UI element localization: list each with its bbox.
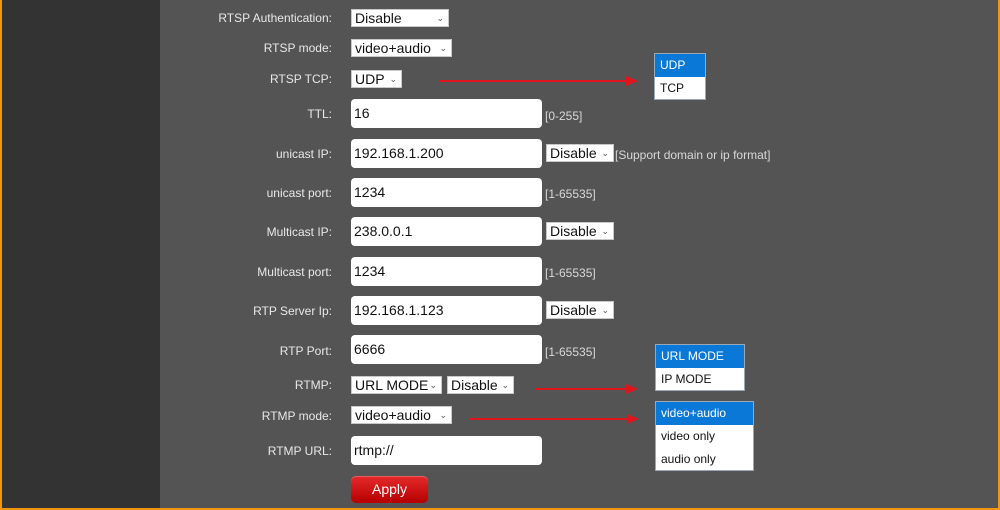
rtp-server-ip-input[interactable]: 192.168.1.123 xyxy=(351,296,542,325)
rtp-server-ip-select[interactable]: Disable ⌄ xyxy=(546,301,614,319)
dropdown-option-audio-only[interactable]: audio only xyxy=(656,448,753,471)
dropdown-option-udp[interactable]: UDP xyxy=(655,54,705,77)
rtsp-mode-value: video+audio xyxy=(355,40,431,56)
rtmp-url-input[interactable]: rtmp:// xyxy=(351,436,542,465)
ttl-label: TTL: xyxy=(307,107,332,121)
chevron-down-icon: ⌄ xyxy=(429,380,437,390)
rtp-port-hint: [1-65535] xyxy=(545,345,596,359)
rtp-port-input[interactable]: 6666 xyxy=(351,335,542,364)
annotation-arrow-rtsp-tcp xyxy=(440,76,638,86)
sidebar xyxy=(2,0,160,508)
rtsp-tcp-select[interactable]: UDP ⌄ xyxy=(351,70,402,88)
rtp-port-label: RTP Port: xyxy=(279,344,332,358)
rtmp-url-label: RTMP URL: xyxy=(267,444,332,458)
chevron-down-icon: ⌄ xyxy=(436,13,444,23)
dropdown-option-video-only[interactable]: video only xyxy=(656,425,753,448)
multicast-port-input[interactable]: 1234 xyxy=(351,257,542,286)
dropdown-option-ip-mode[interactable]: IP MODE xyxy=(656,368,744,391)
chevron-down-icon: ⌄ xyxy=(439,43,447,53)
rtmp-mode-dropdown: URL MODE IP MODE xyxy=(655,344,745,391)
rtp-server-ip-label: RTP Server Ip: xyxy=(253,304,332,318)
chevron-down-icon: ⌄ xyxy=(439,410,447,420)
ttl-input[interactable]: 16 xyxy=(351,99,542,128)
rtsp-mode-select[interactable]: video+audio ⌄ xyxy=(351,39,452,57)
multicast-port-label: Multicast port: xyxy=(257,265,332,279)
annotation-arrow-rtmp xyxy=(536,384,638,394)
rtmp-enable-select-value: Disable xyxy=(451,377,498,393)
rtmp-mode-select-value: URL MODE xyxy=(355,377,429,393)
multicast-ip-select[interactable]: Disable ⌄ xyxy=(546,222,614,240)
rtmp-stream-mode-select[interactable]: video+audio ⌄ xyxy=(351,406,452,424)
chevron-down-icon: ⌄ xyxy=(389,74,397,84)
chevron-down-icon: ⌄ xyxy=(601,148,609,158)
dropdown-option-url-mode[interactable]: URL MODE xyxy=(656,345,744,368)
apply-button[interactable]: Apply xyxy=(351,476,428,503)
annotation-arrow-rtmp-mode xyxy=(470,414,639,424)
unicast-ip-label: unicast IP: xyxy=(275,147,332,161)
ttl-range-hint: [0-255] xyxy=(545,109,583,123)
rtsp-auth-value: Disable xyxy=(355,10,402,26)
rtmp-enable-select[interactable]: Disable ⌄ xyxy=(447,376,514,394)
rtmp-mode-select[interactable]: URL MODE ⌄ xyxy=(351,376,442,394)
rtsp-tcp-label: RTSP TCP: xyxy=(269,72,332,86)
rtmp-stream-mode-value: video+audio xyxy=(355,407,431,423)
rtsp-auth-select[interactable]: Disable ⌄ xyxy=(351,9,449,27)
unicast-ip-input[interactable]: 192.168.1.200 xyxy=(351,139,542,168)
rtsp-tcp-dropdown: UDP TCP xyxy=(654,53,706,100)
multicast-port-hint: [1-65535] xyxy=(545,266,596,280)
multicast-ip-label: Multicast IP: xyxy=(266,225,332,239)
dropdown-option-video-audio[interactable]: video+audio xyxy=(656,402,753,425)
multicast-ip-select-value: Disable xyxy=(550,223,597,239)
rtsp-auth-label: RTSP Authentication: xyxy=(218,11,332,25)
rtmp-stream-mode-dropdown: video+audio video only audio only xyxy=(655,401,754,471)
multicast-ip-input[interactable]: 238.0.0.1 xyxy=(351,217,542,246)
chevron-down-icon: ⌄ xyxy=(501,380,509,390)
rtmp-stream-mode-label: RTMP mode: xyxy=(261,409,332,423)
chevron-down-icon: ⌄ xyxy=(601,305,609,315)
unicast-port-label: unicast port: xyxy=(266,186,332,200)
rtmp-label: RTMP: xyxy=(294,378,332,392)
rtsp-mode-label: RTSP mode: xyxy=(263,41,332,55)
rtp-server-ip-select-value: Disable xyxy=(550,302,597,318)
dropdown-option-tcp[interactable]: TCP xyxy=(655,77,705,100)
chevron-down-icon: ⌄ xyxy=(601,226,609,236)
unicast-port-input[interactable]: 1234 xyxy=(351,178,542,207)
unicast-ip-select-value: Disable xyxy=(550,145,597,161)
unicast-ip-select[interactable]: Disable ⌄ xyxy=(546,144,614,162)
unicast-port-hint: [1-65535] xyxy=(545,187,596,201)
rtsp-tcp-value: UDP xyxy=(355,71,385,87)
unicast-ip-hint: [Support domain or ip format] xyxy=(615,148,771,162)
